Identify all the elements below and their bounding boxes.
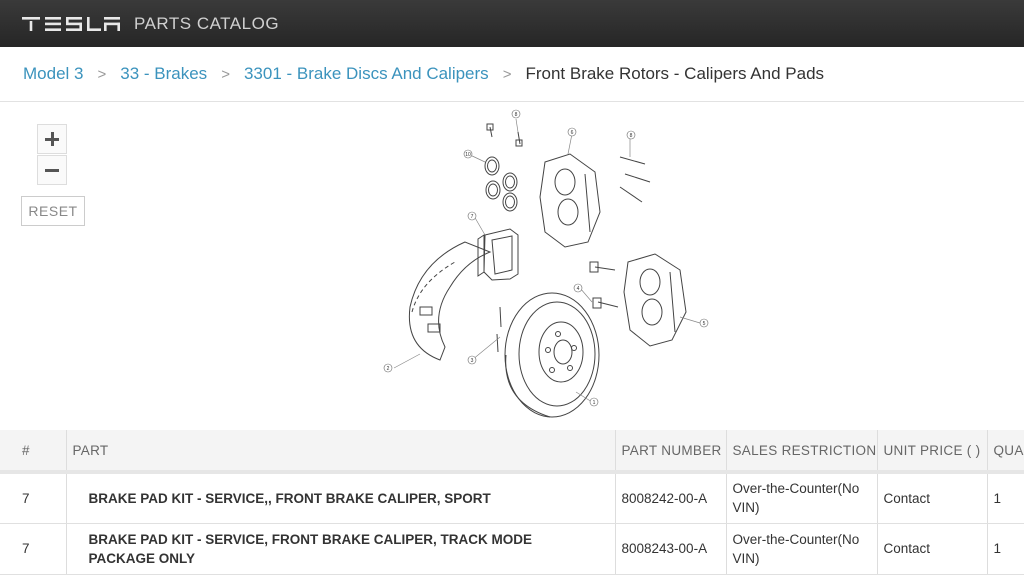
cell-sales-restriction: Over-the-Counter(No VIN) [726, 472, 878, 524]
zoom-out-button[interactable] [37, 155, 67, 185]
cell-unit-price: Contact [877, 523, 988, 575]
cell-sales-restriction: Over-the-Counter(No VIN) [726, 523, 878, 575]
table-header-row: # PART PART NUMBER SALES RESTRICTION UNI… [0, 430, 1024, 474]
breadcrumb-category[interactable]: 33 - Brakes [120, 64, 207, 84]
cell-part-description[interactable]: BRAKE PAD KIT - SERVICE, FRONT BRAKE CAL… [66, 523, 616, 575]
callout-7[interactable]: 7 [471, 214, 474, 220]
callout-2[interactable]: 2 [387, 366, 390, 372]
caliper-left-part [539, 153, 601, 248]
minus-icon [45, 168, 59, 172]
table-row[interactable]: 7 BRAKE PAD KIT - SERVICE,, FRONT BRAKE … [0, 472, 1024, 524]
brake-rotor-part [504, 292, 600, 418]
breadcrumb-current: Front Brake Rotors - Calipers And Pads [525, 64, 825, 83]
cell-quantity: 1 [987, 523, 1024, 575]
breadcrumb-separator: > [221, 65, 230, 83]
callout-3[interactable]: 3 [471, 358, 474, 364]
brake-exploded-diagram: 8 10 7 6 8 4 5 2 3 1 [383, 109, 709, 418]
cell-part-description[interactable]: BRAKE PAD KIT - SERVICE,, FRONT BRAKE CA… [66, 472, 616, 524]
callout-5[interactable]: 5 [703, 321, 706, 327]
reset-button[interactable]: RESET [21, 196, 85, 226]
callout-10[interactable]: 10 [465, 152, 471, 158]
cell-number: 7 [0, 472, 67, 524]
callout-6[interactable]: 6 [571, 130, 574, 136]
top-bar: PARTS CATALOG [0, 0, 1024, 47]
tesla-logo[interactable] [22, 16, 120, 31]
column-header-part[interactable]: PART [66, 430, 616, 474]
cell-part-number[interactable]: 8008243-00-A [615, 523, 727, 575]
breadcrumb: Model 3 > 33 - Brakes > 3301 - Brake Dis… [0, 47, 1024, 102]
parts-table: # PART PART NUMBER SALES RESTRICTION UNI… [0, 430, 1024, 575]
column-header-quantity[interactable]: QUA [987, 430, 1024, 474]
callout-1[interactable]: 1 [593, 400, 596, 406]
piston-seals-part [484, 156, 518, 212]
brake-pads-part [477, 228, 519, 281]
cell-unit-price: Contact [877, 472, 988, 524]
app-title: PARTS CATALOG [134, 13, 280, 33]
column-header-unit-price[interactable]: UNIT PRICE ( ) [877, 430, 988, 474]
column-header-part-number[interactable]: PART NUMBER [615, 430, 727, 474]
callout-4[interactable]: 4 [577, 286, 580, 292]
caliper-right-part [623, 253, 687, 347]
breadcrumb-subcategory[interactable]: 3301 - Brake Discs And Calipers [244, 64, 489, 84]
cell-quantity: 1 [987, 472, 1024, 524]
breadcrumb-model[interactable]: Model 3 [23, 64, 83, 84]
cell-part-number[interactable]: 8008242-00-A [615, 472, 727, 524]
table-row[interactable]: 7 BRAKE PAD KIT - SERVICE, FRONT BRAKE C… [0, 523, 1024, 575]
callout-8[interactable]: 8 [515, 112, 518, 118]
breadcrumb-separator: > [97, 65, 107, 83]
parts-diagram-viewer[interactable]: RESET 8 10 7 6 8 4 5 2 3 1 [0, 102, 1024, 430]
zoom-in-button[interactable] [37, 124, 67, 154]
breadcrumb-separator: > [502, 65, 512, 83]
callout-8b[interactable]: 8 [630, 133, 633, 139]
cell-number: 7 [0, 523, 67, 575]
column-header-number[interactable]: # [0, 430, 67, 474]
column-header-sales-restriction[interactable]: SALES RESTRICTION [726, 430, 878, 474]
